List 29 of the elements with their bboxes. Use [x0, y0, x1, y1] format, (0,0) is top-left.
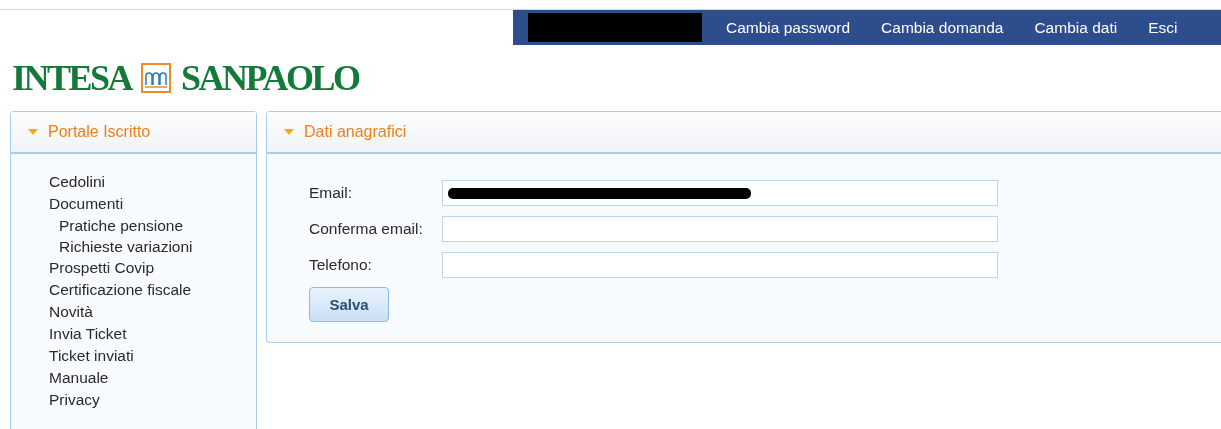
- save-button[interactable]: Salva: [309, 287, 389, 322]
- nav-link[interactable]: Cambia domanda: [881, 18, 1004, 37]
- panel-title: Portale Iscritto: [48, 123, 151, 141]
- menu-item[interactable]: Ticket inviati: [49, 345, 134, 367]
- field-label: Email:: [309, 184, 354, 202]
- logo-text: SANPAOLO: [181, 57, 359, 99]
- menu-item[interactable]: Invia Ticket: [49, 323, 127, 345]
- field-label: Telefono:: [309, 256, 373, 274]
- menu-item[interactable]: Manuale: [49, 367, 109, 389]
- field-label: Conferma email:: [309, 220, 424, 238]
- caret-icon: [284, 129, 294, 135]
- nav-link[interactable]: Esci: [1148, 18, 1178, 37]
- menu-item[interactable]: Richieste variazioni: [59, 236, 193, 257]
- menu-item[interactable]: Documenti: [49, 193, 124, 215]
- input-field[interactable]: [442, 216, 998, 242]
- menu-item[interactable]: Certificazione fiscale: [49, 279, 192, 301]
- panel-title: Dati anagrafici: [304, 123, 407, 141]
- bridge-arches-icon: [141, 63, 172, 93]
- input-field[interactable]: [442, 180, 998, 206]
- nav-link[interactable]: Cambia dati: [1034, 18, 1118, 37]
- menu-item[interactable]: Pratiche pensione: [59, 215, 184, 236]
- menu-item[interactable]: Cedolini: [49, 171, 105, 193]
- menu-item[interactable]: Prospetti Covip: [49, 257, 155, 279]
- caret-icon: [28, 129, 38, 135]
- logo-text: INTESA: [12, 57, 132, 99]
- input-field[interactable]: [442, 252, 998, 278]
- menu-item[interactable]: Novità: [49, 301, 93, 323]
- nav-link[interactable]: Cambia password: [726, 18, 851, 37]
- menu-item[interactable]: Privacy: [49, 389, 100, 411]
